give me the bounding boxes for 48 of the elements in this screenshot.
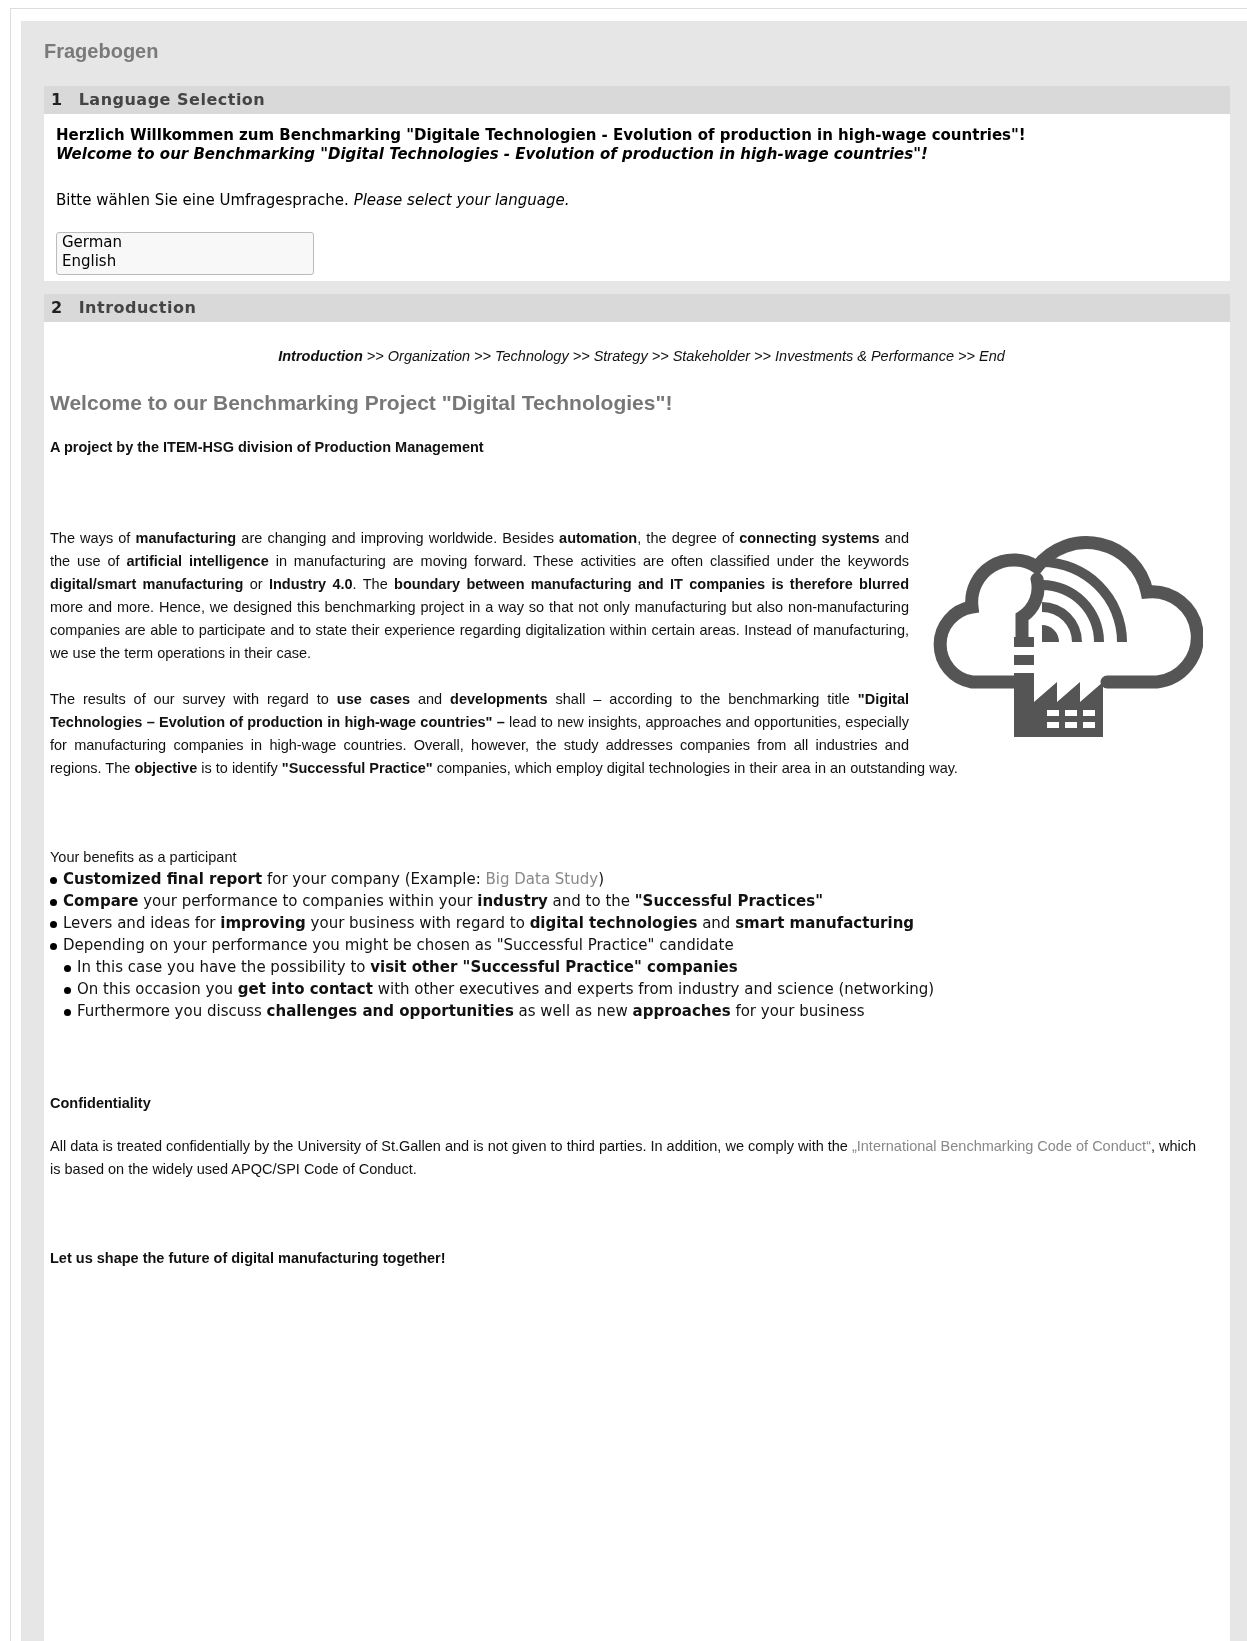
- intro-heading: Welcome to our Benchmarking Project "Digital Technologies"!: [50, 390, 674, 417]
- code-of-conduct-link[interactable]: „International Benchmarking Code of Conduct“: [851, 1138, 1151, 1154]
- breadcrumb-step: End: [978, 347, 1005, 364]
- language-option[interactable]: German: [62, 232, 308, 252]
- bullet-icon: [64, 1009, 71, 1017]
- bullet-icon: [64, 965, 71, 973]
- benefit-text: Levers and ideas for improving your business with regard to digital technologies and smart manufacturing: [63, 913, 915, 935]
- breadcrumb-separator: >>: [753, 347, 772, 364]
- breadcrumb-step: Introduction: [278, 347, 363, 364]
- benefits-title: Your benefits as a participant: [50, 847, 238, 867]
- breadcrumb-separator: >>: [473, 347, 492, 364]
- benefit-text: Compare your performance to companies within your industry and to the "Successful Practices": [63, 891, 823, 913]
- bullet-icon: [50, 921, 57, 929]
- breadcrumb-step: Investments & Performance: [775, 347, 954, 364]
- benefit-text: Furthermore you discuss challenges and opportunities as well as new approaches for your business: [77, 1001, 865, 1023]
- section-number: 2: [51, 296, 63, 319]
- intro-byline: A project by the ITEM-HSG division of Production Management: [50, 437, 485, 457]
- closing-text: Let us shape the future of digital manufacturing together!: [50, 1249, 447, 1268]
- language-option[interactable]: English: [62, 251, 308, 271]
- breadcrumb-separator: >>: [365, 347, 385, 364]
- confidentiality-title: Confidentiality: [50, 1094, 152, 1114]
- bullet-icon: [50, 899, 57, 907]
- language-listbox[interactable]: German English: [56, 231, 314, 275]
- section-number: 1: [51, 89, 63, 111]
- language-prompt: Bitte wählen Sie eine Umfragesprache. Please select your language.: [56, 191, 570, 209]
- benefit-text: In this case you have the possibility to visit other "Successful Practice" companies: [77, 957, 738, 979]
- section-title: Introduction: [78, 296, 197, 319]
- breadcrumb-separator: >>: [571, 347, 591, 364]
- section-title: Language Selection: [78, 89, 266, 111]
- breadcrumb-step: Organization: [387, 347, 470, 364]
- breadcrumb-separator: >>: [650, 347, 670, 364]
- bullet-icon: [50, 943, 57, 951]
- breadcrumb-separator: >>: [957, 347, 976, 364]
- intro-paragraph: The ways of manufacturing are changing and improving worldwide. Besides automation, the degree of connecting systems and the use of artificial intelligence in manufacturing are moving forward. These activities are often classified under the keywords digital/smart manufacturing or Industry 4.0. The boundary between manufacturing and IT companies is therefore blurred more and more. Hence, we designed this benchmarking project in a way so that not only manufacturing but also non-manufacturing companies are able to participate and to state their experience regarding digitalization within certain areas. Instead of manufacturing, we use the term operations in their case.: [50, 529, 909, 661]
- breadcrumb-step: Stakeholder: [672, 347, 751, 364]
- intro-paragraph: The results of our survey with regard to use cases and developments shall – according to the benchmarking title "Digital Technologies – Evolution of production in high-wage countries" – lead to new insights, approaches and opportunities, especially for manufacturing companies in high-wage countries. Overall, however, the study addresses companies from all industries and regions. The objective is to identify "Successful Practice" companies, which employ digital technologies in their area in an outstanding way.: [50, 690, 958, 776]
- bullet-icon: [50, 877, 57, 885]
- benefit-text: Depending on your performance you might be chosen as "Successful Practice" candidate: [63, 935, 734, 957]
- benefit-text: On this occasion you get into contact with other executives and experts from industry and science (networking): [77, 979, 935, 1001]
- bullet-icon: [64, 987, 71, 995]
- confidentiality-text: All data is treated confidentially by the University of St.Gallen and is not given to third parties. In addition, we comply with the „International Benchmarking Code of Conduct“, which is based on the widely used APQC/SPI Code of Conduct.: [50, 1137, 1198, 1179]
- breadcrumb-step: Strategy: [593, 347, 648, 364]
- example-link[interactable]: Big Data Study: [485, 870, 599, 889]
- benefit-text: Customized final report for your company (Example: Big Data Study): [63, 869, 604, 891]
- welcome-german: Herzlich Willkommen zum Benchmarking "Digitale Technologien - Evolution of production in high-wage countries"!: [56, 126, 1027, 145]
- page-title: Fragebogen: [44, 39, 160, 64]
- welcome-english: Welcome to our Benchmarking "Digital Technologies - Evolution of production in high-wage countries"!: [56, 145, 929, 164]
- breadcrumb-step: Technology: [495, 347, 569, 364]
